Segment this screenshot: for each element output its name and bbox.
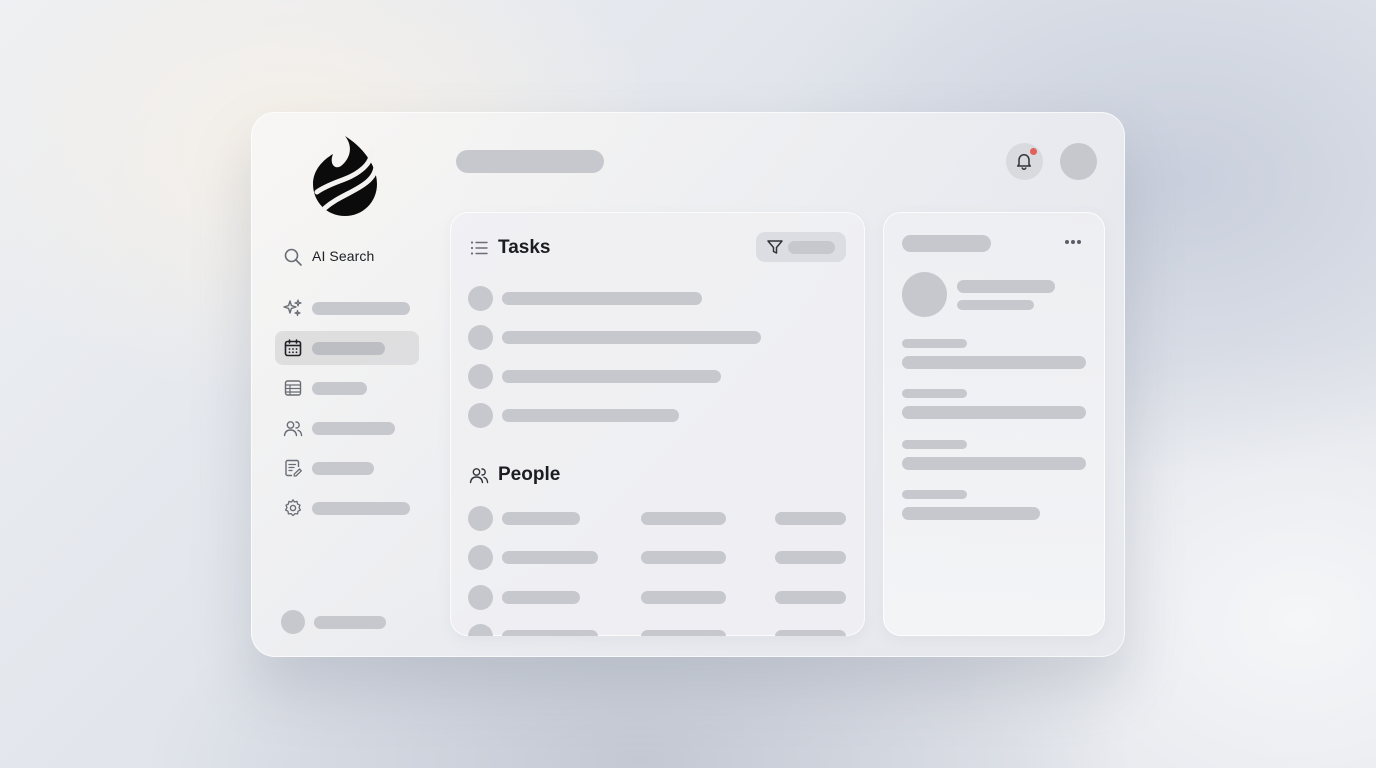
person-status-placeholder — [775, 512, 846, 525]
task-title-placeholder — [502, 331, 761, 344]
app-window: AI Search Tasks People — [251, 112, 1125, 657]
person-name-placeholder — [502, 512, 580, 525]
filter-icon — [765, 237, 785, 257]
nav-item-notes[interactable] — [275, 451, 419, 485]
nav-item-ai[interactable] — [275, 291, 419, 325]
details-name-placeholder — [957, 280, 1055, 293]
profile-avatar[interactable] — [1060, 143, 1097, 180]
person-role-placeholder — [641, 512, 726, 525]
field-label-placeholder — [902, 389, 967, 398]
ai-search-label: AI Search — [312, 248, 375, 264]
nav-item-settings[interactable] — [275, 491, 419, 525]
details-title-placeholder — [902, 235, 991, 252]
task-checkbox[interactable] — [468, 286, 493, 311]
nav-item-calendar[interactable] — [275, 331, 419, 365]
person-avatar — [468, 585, 493, 610]
tasks-title: Tasks — [498, 237, 551, 258]
person-role-placeholder — [641, 551, 726, 564]
person-role-placeholder — [641, 591, 726, 604]
notification-badge — [1030, 148, 1037, 155]
nav-label-placeholder — [312, 342, 385, 355]
users-icon — [469, 465, 489, 485]
user-name-placeholder — [314, 616, 386, 629]
notifications-button[interactable] — [1006, 143, 1043, 180]
person-name-placeholder — [502, 551, 598, 564]
list-icon — [469, 238, 489, 258]
sparkles-icon — [283, 298, 303, 318]
ai-search-button[interactable]: AI Search — [283, 246, 433, 268]
task-title-placeholder — [502, 409, 679, 422]
users-icon — [283, 418, 303, 438]
details-avatar — [902, 272, 947, 317]
person-avatar — [468, 545, 493, 570]
person-status-placeholder — [775, 551, 846, 564]
field-value-placeholder — [902, 406, 1086, 419]
main-panel: Tasks People — [450, 212, 865, 636]
notes-icon — [283, 458, 303, 478]
user-avatar[interactable] — [281, 610, 305, 634]
task-checkbox[interactable] — [468, 325, 493, 350]
nav-label-placeholder — [312, 302, 410, 315]
people-title: People — [498, 464, 561, 485]
page-title-placeholder — [456, 150, 604, 173]
details-panel — [883, 212, 1105, 636]
field-label-placeholder — [902, 440, 967, 449]
details-subtitle-placeholder — [957, 300, 1034, 310]
calendar-icon — [283, 338, 303, 358]
brand-logo[interactable] — [309, 134, 381, 218]
person-role-placeholder — [641, 630, 726, 636]
gear-icon — [283, 498, 303, 518]
field-value-placeholder — [902, 356, 1086, 369]
person-avatar — [468, 624, 493, 636]
person-status-placeholder — [775, 630, 846, 636]
filter-label-placeholder — [788, 241, 835, 254]
table-icon — [283, 378, 303, 398]
field-value-placeholder — [902, 507, 1040, 520]
nav-item-people[interactable] — [275, 411, 419, 445]
nav-label-placeholder — [312, 462, 374, 475]
person-status-placeholder — [775, 591, 846, 604]
person-name-placeholder — [502, 591, 580, 604]
task-checkbox[interactable] — [468, 364, 493, 389]
nav-item-table[interactable] — [275, 371, 419, 405]
task-title-placeholder — [502, 370, 721, 383]
field-value-placeholder — [902, 457, 1086, 470]
nav-label-placeholder — [312, 382, 367, 395]
field-label-placeholder — [902, 490, 967, 499]
more-horizontal-icon[interactable] — [1065, 240, 1085, 246]
filter-button[interactable] — [756, 232, 846, 262]
task-title-placeholder — [502, 292, 702, 305]
person-avatar — [468, 506, 493, 531]
search-icon — [283, 247, 303, 267]
field-label-placeholder — [902, 339, 967, 348]
task-checkbox[interactable] — [468, 403, 493, 428]
person-name-placeholder — [502, 630, 598, 636]
nav-label-placeholder — [312, 422, 395, 435]
nav-label-placeholder — [312, 502, 410, 515]
